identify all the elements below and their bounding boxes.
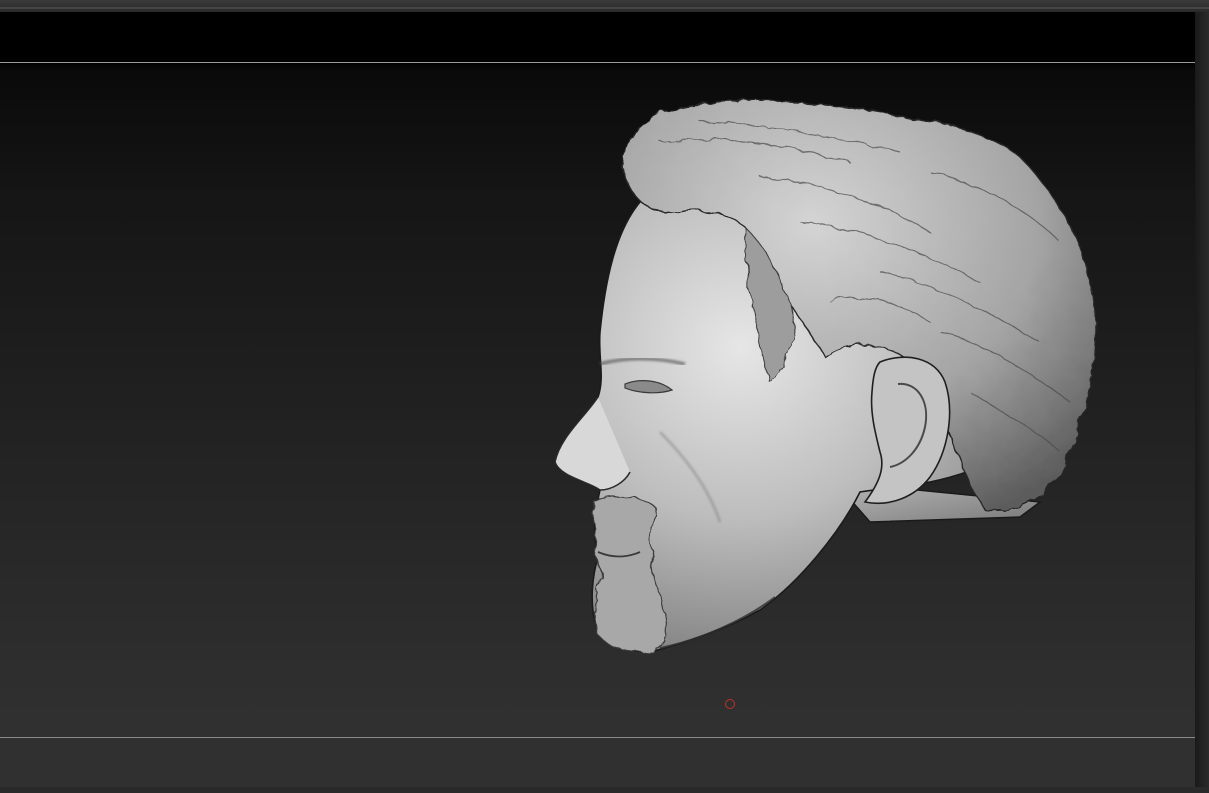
viewport-bottom-bar — [0, 737, 1195, 787]
top-toolbar-strip — [0, 0, 1209, 12]
bottom-edge-strip — [0, 787, 1209, 793]
sculpted-head-model[interactable] — [0, 12, 1195, 787]
right-scroll-rail[interactable] — [1195, 12, 1209, 793]
ear-shape — [863, 356, 951, 504]
transform-pivot-marker[interactable] — [725, 699, 735, 709]
sculpt-app-window — [0, 0, 1209, 793]
3d-viewport[interactable] — [0, 12, 1195, 787]
